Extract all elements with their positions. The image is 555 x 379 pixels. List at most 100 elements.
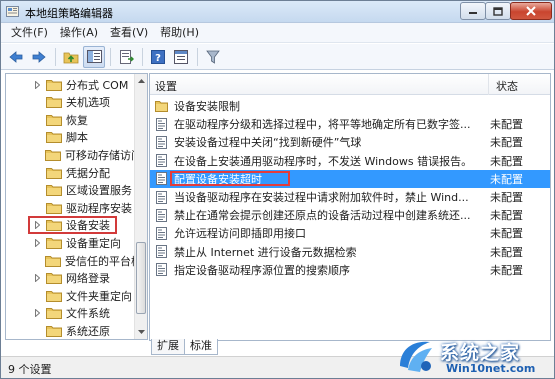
policy-row[interactable]: 当设备驱动程序在安装过程中请求附加软件时，禁止 Wind... 未配置: [150, 188, 550, 206]
filter-button[interactable]: [202, 46, 224, 68]
policy-state: 未配置: [490, 227, 523, 241]
tree-item[interactable]: 恢复: [6, 111, 134, 128]
tree-item[interactable]: 设备安装: [6, 215, 134, 234]
tree-pane[interactable]: 分布式 COM 关机选项恢复脚本可移动存储访问凭据分配区域设置服务驱动程序安装设备…: [5, 73, 148, 340]
folder-icon: [46, 290, 62, 302]
toolbar-separator: [142, 47, 143, 66]
tree-item[interactable]: 可移动存储访问: [6, 146, 134, 163]
tree-item[interactable]: 设备重定向: [6, 234, 134, 251]
window-controls: [460, 2, 552, 20]
help-icon: ?: [151, 49, 165, 64]
expand-arrow-icon[interactable]: [32, 238, 42, 248]
scroll-thumb[interactable]: [136, 242, 146, 314]
policy-state: 未配置: [490, 191, 523, 204]
help-button[interactable]: ?: [147, 46, 169, 68]
properties-button[interactable]: [170, 46, 192, 68]
tree-item[interactable]: 分布式 COM: [6, 76, 134, 93]
policy-setting-icon: [156, 245, 167, 259]
policy-row[interactable]: 指定设备驱动程序源位置的搜索顺序 未配置: [150, 261, 550, 279]
folder-icon: [46, 202, 62, 214]
tree-item-label: 分布式 COM: [66, 78, 129, 92]
column-header-setting[interactable]: 设置: [155, 78, 177, 94]
minimize-button[interactable]: [460, 2, 486, 20]
list-folder-row[interactable]: 设备安装限制: [150, 97, 550, 115]
folder-icon: [46, 237, 62, 249]
tree-item[interactable]: 受信任的平台模: [6, 252, 134, 269]
tree-item[interactable]: 脚本: [6, 129, 134, 146]
tree-item-label: 文件夹重定向: [66, 289, 132, 303]
window-title: 本地组策略编辑器: [25, 7, 113, 20]
expand-arrow-icon[interactable]: [32, 80, 42, 90]
menu-file[interactable]: 文件(F): [5, 24, 54, 42]
policy-row[interactable]: 禁止在通常会提示创建还原点的设备活动过程中创建系统还... 未配置: [150, 206, 550, 224]
expand-arrow-icon[interactable]: [32, 308, 42, 318]
menu-help[interactable]: 帮助(H): [154, 24, 205, 42]
policy-name: 在设备上安装通用驱动程序时，不发送 Windows 错误报告。: [174, 154, 473, 168]
tree-item-label: 设备重定向: [66, 236, 121, 250]
policy-row[interactable]: 在驱动程序分级和选择过程中，将平等地确定所有已数字签... 未配置: [150, 115, 550, 133]
policy-state: 未配置: [490, 154, 523, 168]
tree-item-label: 系统还原: [66, 324, 110, 338]
policy-name: 在驱动程序分级和选择过程中，将平等地确定所有已数字签...: [174, 118, 471, 132]
tree-item[interactable]: 区域设置服务: [6, 182, 134, 199]
tree-item-label: 区域设置服务: [66, 184, 132, 198]
policy-row[interactable]: 禁止从 Internet 进行设备元数据检索 未配置: [150, 243, 550, 261]
column-header-state[interactable]: 状态: [496, 78, 518, 94]
policy-row[interactable]: 在设备上安装通用驱动程序时，不发送 Windows 错误报告。 未配置: [150, 152, 550, 170]
toolbar: ?: [1, 44, 554, 70]
policy-row[interactable]: 安装设备过程中关闭“找到新硬件”气球 未配置: [150, 133, 550, 151]
tree-item[interactable]: 文件系统: [6, 305, 134, 322]
forward-button[interactable]: [28, 46, 50, 68]
policy-setting-icon: [156, 117, 167, 131]
policy-name: 允许远程访问即插即用接口: [174, 227, 306, 241]
policy-setting-icon: [156, 172, 167, 186]
policy-name: 设备安装限制: [174, 100, 240, 113]
policy-row[interactable]: 配置设备安装超时 未配置: [150, 169, 550, 188]
policy-setting-icon: [156, 135, 167, 149]
folder-icon: [44, 255, 61, 267]
policy-setting-icon: [156, 190, 167, 204]
tree-item[interactable]: 文件夹重定向: [6, 287, 134, 304]
maximize-button[interactable]: [485, 2, 511, 20]
tree-scrollbar[interactable]: [134, 74, 147, 339]
tab-extended[interactable]: 扩展: [151, 339, 185, 355]
folder-icon: [46, 185, 62, 197]
expand-arrow-icon[interactable]: [32, 273, 42, 283]
tree-item[interactable]: 网络登录: [6, 270, 134, 287]
column-divider[interactable]: [488, 74, 489, 95]
policy-name: 禁止从 Internet 进行设备元数据检索: [174, 245, 357, 259]
tab-standard[interactable]: 标准: [184, 339, 218, 355]
watermark-logo-icon: [400, 341, 432, 372]
scroll-up-icon[interactable]: [135, 74, 147, 88]
policy-state: 未配置: [490, 136, 523, 150]
policy-name: 禁止在通常会提示创建还原点的设备活动过程中创建系统还...: [174, 209, 471, 223]
tree-item[interactable]: 系统还原: [6, 322, 134, 339]
close-button[interactable]: [510, 2, 552, 20]
menu-view[interactable]: 查看(V): [104, 24, 154, 42]
watermark-url: Win10net.com: [446, 362, 536, 375]
back-icon: [9, 50, 23, 63]
tree-item-label: 网络登录: [66, 272, 110, 286]
tree-item-label: 恢复: [66, 113, 88, 127]
close-icon: [526, 6, 536, 16]
up-folder-button[interactable]: [60, 46, 82, 68]
folder-icon: [46, 273, 62, 285]
filter-icon: [206, 50, 220, 64]
settings-list-pane[interactable]: 设置 状态 设备安装限制在驱动程序分级和选择过程中，将平等地确定所有已数字签..…: [149, 73, 551, 341]
svg-text:?: ?: [155, 53, 161, 64]
tree-item[interactable]: 凭据分配: [6, 164, 134, 181]
properties-icon: [174, 49, 188, 64]
scroll-down-icon[interactable]: [135, 325, 147, 339]
tree-item[interactable]: 关机选项: [6, 94, 134, 111]
folder-icon: [46, 114, 62, 126]
policy-setting-icon: [156, 208, 167, 222]
back-button[interactable]: [5, 46, 27, 68]
folder-icon: [46, 167, 62, 179]
export-list-button[interactable]: [115, 46, 137, 68]
policy-row[interactable]: 允许远程访问即插即用接口 未配置: [150, 224, 550, 242]
tree-item[interactable]: 驱动程序安装: [6, 199, 134, 216]
folder-icon: [155, 100, 168, 112]
show-hide-tree-button[interactable]: [83, 45, 105, 68]
tree-item-label: 凭据分配: [66, 166, 110, 180]
menu-action[interactable]: 操作(A): [54, 24, 104, 42]
